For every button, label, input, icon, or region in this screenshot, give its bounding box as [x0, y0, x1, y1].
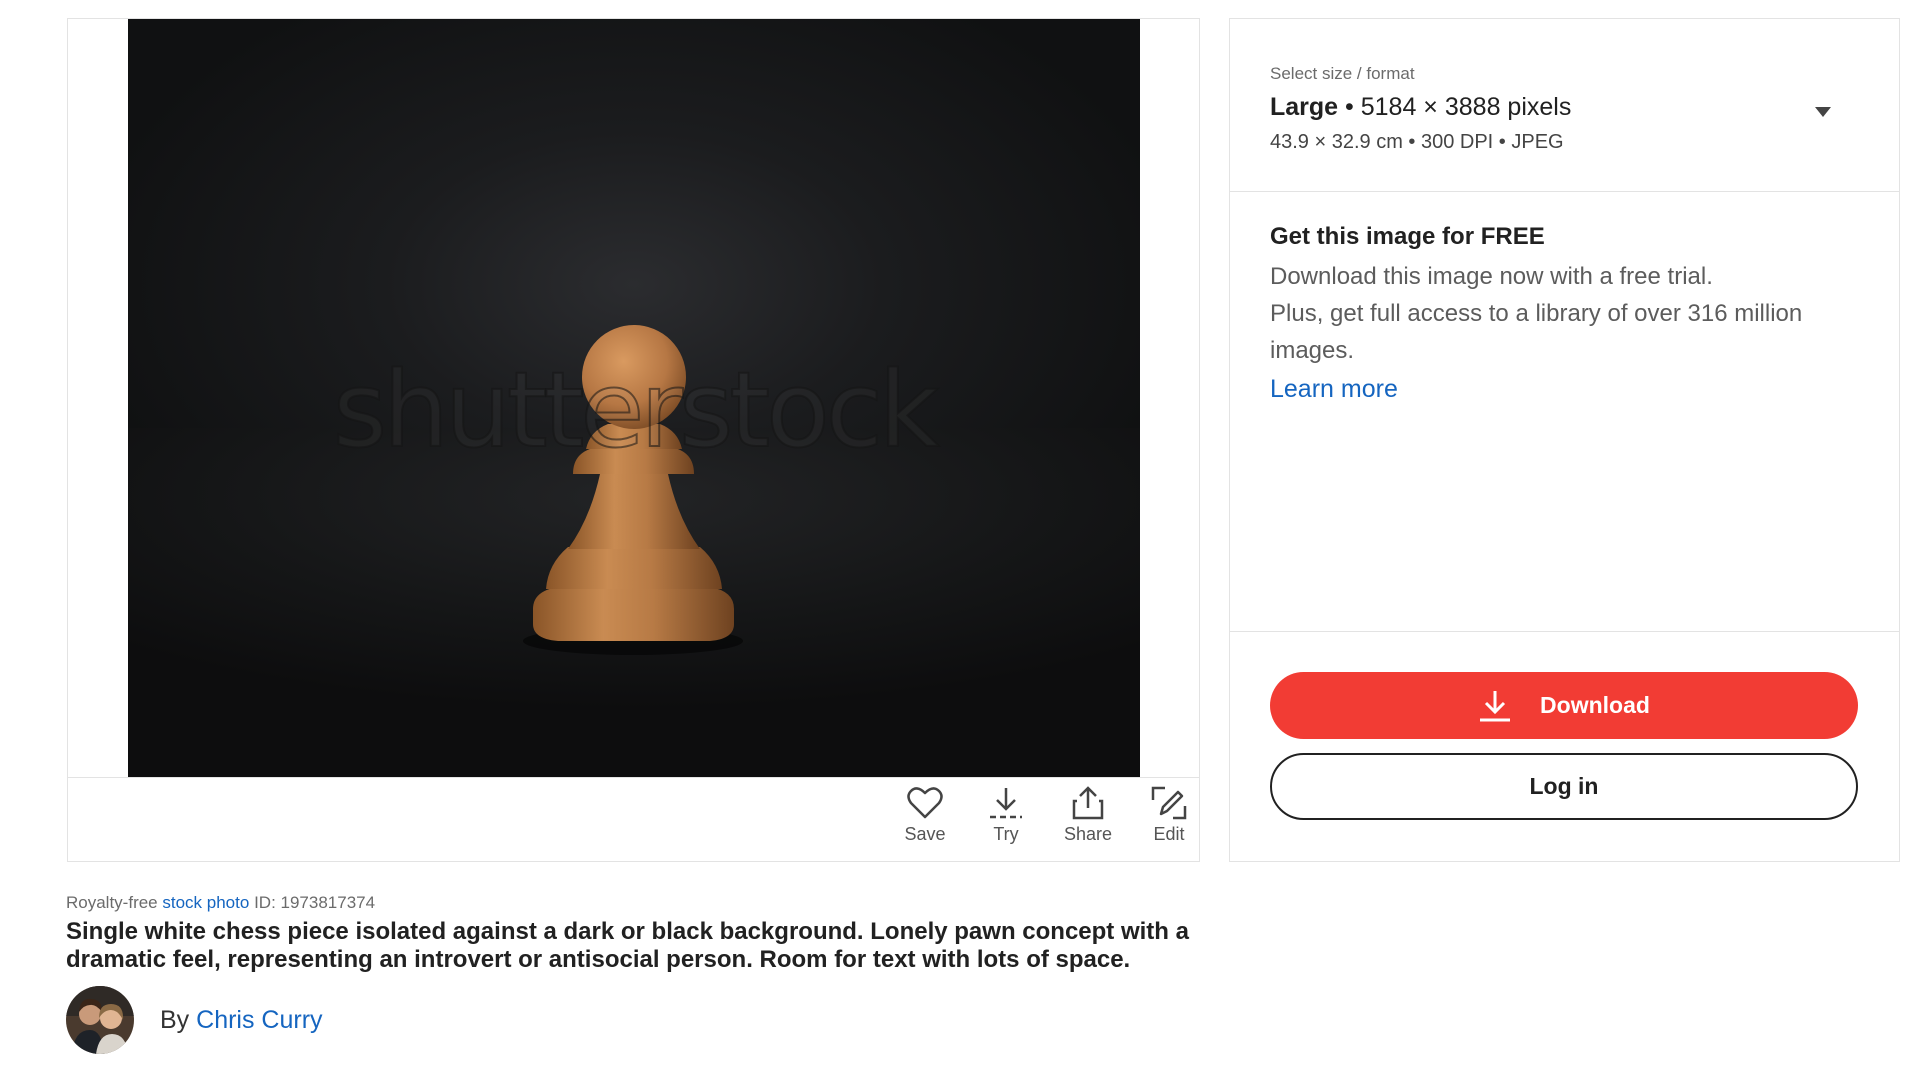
- share-label: Share: [1063, 824, 1113, 844]
- share-icon: [1072, 786, 1104, 820]
- author-link[interactable]: Chris Curry: [196, 1006, 322, 1034]
- image-description: Single white chess piece isolated agains…: [66, 918, 1189, 973]
- author-byline: By Chris Curry: [160, 1006, 323, 1035]
- preview-image[interactable]: shutterstock: [128, 19, 1140, 777]
- edit-icon: [1151, 786, 1187, 820]
- purchase-panel: Select size / format Large • 5184 × 3888…: [1229, 18, 1900, 862]
- watermark-text: shutterstock: [332, 348, 940, 472]
- try-label: Try: [993, 824, 1019, 844]
- login-button[interactable]: Log in: [1270, 753, 1858, 820]
- image-panel: shutterstock Save Try Share Edit: [67, 18, 1200, 862]
- author-avatar-image: [66, 986, 134, 1054]
- royalty-free-label: Royalty-free: [66, 893, 158, 912]
- edit-label: Edit: [1153, 824, 1185, 844]
- promo-line-1: Download this image now with a free tria…: [1270, 263, 1713, 290]
- size-selected-value: Large • 5184 × 3888 pixels: [1270, 93, 1571, 122]
- image-id: ID: 1973817374: [254, 893, 376, 912]
- download-icon: [990, 788, 1022, 819]
- free-trial-promo: Get this image for FREE Download this im…: [1270, 222, 1859, 407]
- promo-text: Download this image now with a free tria…: [1270, 258, 1859, 369]
- size-select-caption: Select size / format: [1270, 64, 1415, 83]
- image-meta-line: Royalty-free stock photo ID: 1973817374: [66, 893, 375, 913]
- promo-line-2: Plus, get full access to a library of ov…: [1270, 300, 1803, 364]
- heart-icon: [907, 787, 943, 819]
- cta-area: Download Log in: [1230, 631, 1899, 861]
- chevron-down-icon[interactable]: [1815, 107, 1831, 117]
- image-action-bar: Save Try Share Edit: [68, 777, 1199, 861]
- size-format-select[interactable]: Select size / format Large • 5184 × 3888…: [1230, 19, 1899, 192]
- author-row: By Chris Curry: [66, 985, 323, 1055]
- size-dimensions: • 5184 × 3888 pixels: [1345, 93, 1572, 121]
- download-icon: [1480, 690, 1511, 721]
- learn-more-link[interactable]: Learn more: [1270, 371, 1859, 407]
- edit-button[interactable]: Edit: [1137, 786, 1201, 845]
- avatar[interactable]: [66, 986, 134, 1054]
- save-label: Save: [904, 824, 946, 844]
- author-by-label: By: [160, 1005, 190, 1034]
- save-button[interactable]: Save: [893, 786, 957, 845]
- size-name: Large: [1270, 93, 1339, 121]
- download-button[interactable]: Download: [1270, 672, 1858, 739]
- promo-title: Get this image for FREE: [1270, 223, 1545, 250]
- stock-photo-link[interactable]: stock photo: [162, 893, 249, 912]
- download-label: Download: [1540, 692, 1650, 718]
- size-details: 43.9 × 32.9 cm • 300 DPI • JPEG: [1270, 131, 1564, 153]
- share-button[interactable]: Share: [1056, 786, 1120, 845]
- try-button[interactable]: Try: [974, 786, 1038, 845]
